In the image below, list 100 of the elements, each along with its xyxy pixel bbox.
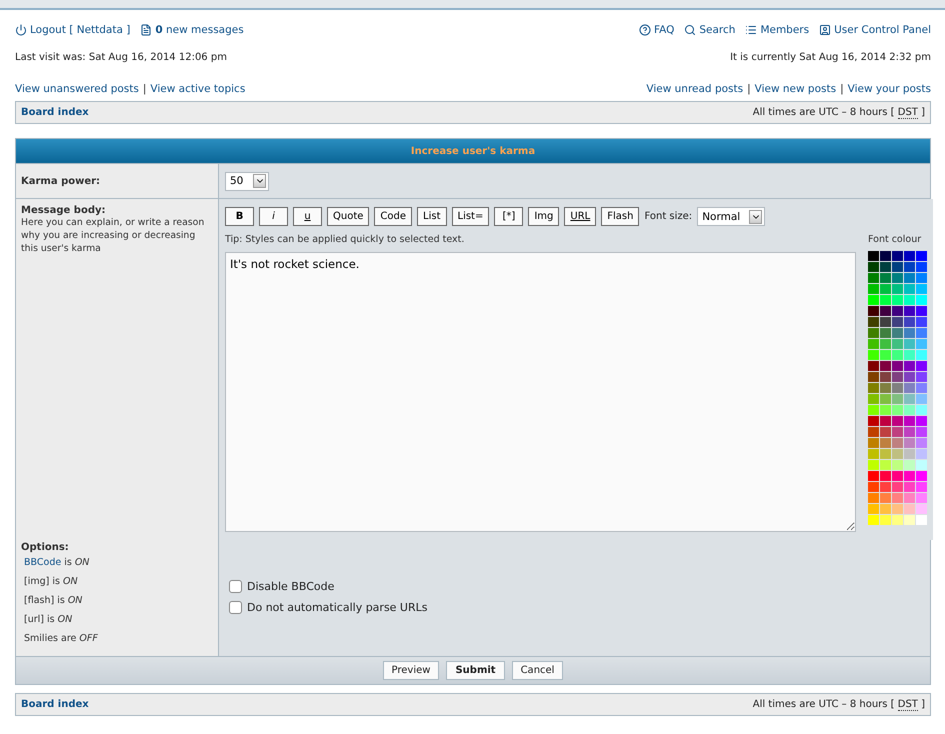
colour-swatch[interactable] bbox=[880, 295, 891, 305]
colour-swatch[interactable] bbox=[916, 383, 927, 393]
colour-swatch[interactable] bbox=[880, 394, 891, 404]
colour-swatch[interactable] bbox=[916, 350, 927, 360]
colour-swatch[interactable] bbox=[904, 405, 915, 415]
colour-swatch[interactable] bbox=[904, 438, 915, 448]
colour-swatch[interactable] bbox=[916, 251, 927, 261]
option-checkbox[interactable]: Disable BBCode bbox=[229, 576, 920, 596]
colour-swatch[interactable] bbox=[868, 284, 879, 294]
colour-swatch[interactable] bbox=[892, 383, 903, 393]
colour-swatch[interactable] bbox=[892, 339, 903, 349]
colour-swatch[interactable] bbox=[916, 394, 927, 404]
ucp-link[interactable]: User Control Panel bbox=[819, 24, 931, 36]
colour-swatch[interactable] bbox=[880, 251, 891, 261]
colour-swatch[interactable] bbox=[904, 482, 915, 492]
colour-swatch[interactable] bbox=[892, 361, 903, 371]
colour-swatch[interactable] bbox=[904, 273, 915, 283]
colour-swatch[interactable] bbox=[916, 273, 927, 283]
colour-swatch[interactable] bbox=[868, 306, 879, 316]
colour-swatch[interactable] bbox=[892, 372, 903, 382]
karma-power-select[interactable]: 50 bbox=[225, 172, 269, 190]
logout-link[interactable]: Logout [ Nettdata ] bbox=[15, 24, 130, 36]
colour-swatch[interactable] bbox=[892, 284, 903, 294]
colour-swatch[interactable] bbox=[904, 372, 915, 382]
font-size-select[interactable]: Normal bbox=[697, 207, 766, 226]
colour-swatch[interactable] bbox=[904, 383, 915, 393]
colour-swatch[interactable] bbox=[868, 295, 879, 305]
colour-swatch[interactable] bbox=[916, 482, 927, 492]
format-button[interactable]: List bbox=[417, 207, 446, 226]
colour-swatch[interactable] bbox=[880, 317, 891, 327]
colour-swatch[interactable] bbox=[880, 405, 891, 415]
colour-swatch[interactable] bbox=[868, 361, 879, 371]
quick-link[interactable]: View unread posts bbox=[646, 83, 744, 95]
form-button[interactable]: Cancel bbox=[512, 661, 564, 680]
colour-swatch[interactable] bbox=[916, 438, 927, 448]
colour-swatch[interactable] bbox=[892, 328, 903, 338]
colour-swatch[interactable] bbox=[880, 383, 891, 393]
colour-swatch[interactable] bbox=[916, 460, 927, 470]
quick-link[interactable]: View your posts bbox=[848, 83, 931, 95]
quick-link[interactable]: View new posts bbox=[754, 83, 836, 95]
colour-swatch[interactable] bbox=[868, 482, 879, 492]
colour-swatch[interactable] bbox=[892, 438, 903, 448]
format-button[interactable]: Quote bbox=[327, 207, 370, 226]
colour-swatch[interactable] bbox=[904, 504, 915, 514]
form-button[interactable]: Preview bbox=[382, 661, 440, 680]
search-link[interactable]: Search bbox=[684, 24, 736, 36]
bbcode-link[interactable]: BBCode bbox=[24, 553, 62, 572]
colour-swatch[interactable] bbox=[880, 449, 891, 459]
colour-swatch[interactable] bbox=[892, 449, 903, 459]
colour-swatch[interactable] bbox=[880, 515, 891, 525]
colour-swatch[interactable] bbox=[904, 262, 915, 272]
colour-swatch[interactable] bbox=[904, 427, 915, 437]
option-checkbox[interactable]: Do not automatically parse URLs bbox=[229, 596, 920, 618]
format-button[interactable]: List= bbox=[452, 207, 490, 226]
colour-swatch[interactable] bbox=[892, 405, 903, 415]
colour-swatch[interactable] bbox=[868, 438, 879, 448]
colour-swatch[interactable] bbox=[880, 416, 891, 426]
colour-swatch[interactable] bbox=[868, 427, 879, 437]
colour-swatch[interactable] bbox=[880, 471, 891, 481]
colour-swatch[interactable] bbox=[904, 328, 915, 338]
colour-swatch[interactable] bbox=[868, 383, 879, 393]
colour-swatch[interactable] bbox=[880, 361, 891, 371]
colour-swatch[interactable] bbox=[904, 460, 915, 470]
colour-swatch[interactable] bbox=[880, 284, 891, 294]
colour-swatch[interactable] bbox=[916, 515, 927, 525]
colour-swatch[interactable] bbox=[868, 339, 879, 349]
colour-swatch[interactable] bbox=[880, 273, 891, 283]
colour-swatch[interactable] bbox=[916, 317, 927, 327]
quick-link[interactable]: View active topics bbox=[150, 83, 246, 95]
colour-swatch[interactable] bbox=[904, 295, 915, 305]
colour-swatch[interactable] bbox=[868, 317, 879, 327]
colour-swatch[interactable] bbox=[880, 350, 891, 360]
colour-swatch[interactable] bbox=[892, 394, 903, 404]
format-button[interactable]: Flash bbox=[601, 207, 640, 226]
colour-swatch[interactable] bbox=[904, 493, 915, 503]
colour-swatch[interactable] bbox=[904, 449, 915, 459]
colour-swatch[interactable] bbox=[916, 427, 927, 437]
members-link[interactable]: Members bbox=[745, 24, 810, 36]
colour-swatch[interactable] bbox=[916, 493, 927, 503]
colour-swatch[interactable] bbox=[880, 438, 891, 448]
colour-swatch[interactable] bbox=[916, 471, 927, 481]
colour-swatch[interactable] bbox=[916, 328, 927, 338]
colour-swatch[interactable] bbox=[904, 251, 915, 261]
colour-swatch[interactable] bbox=[892, 273, 903, 283]
colour-swatch[interactable] bbox=[916, 339, 927, 349]
colour-swatch[interactable] bbox=[892, 493, 903, 503]
colour-swatch[interactable] bbox=[904, 471, 915, 481]
colour-swatch[interactable] bbox=[868, 251, 879, 261]
colour-swatch[interactable] bbox=[868, 515, 879, 525]
format-button[interactable]: i bbox=[259, 207, 288, 226]
colour-swatch[interactable] bbox=[892, 262, 903, 272]
colour-swatch[interactable] bbox=[868, 273, 879, 283]
colour-swatch[interactable] bbox=[868, 372, 879, 382]
colour-swatch[interactable] bbox=[892, 460, 903, 470]
colour-swatch[interactable] bbox=[880, 372, 891, 382]
colour-swatch[interactable] bbox=[904, 317, 915, 327]
colour-swatch[interactable] bbox=[868, 493, 879, 503]
colour-swatch[interactable] bbox=[904, 306, 915, 316]
colour-swatch[interactable] bbox=[880, 427, 891, 437]
colour-swatch[interactable] bbox=[868, 416, 879, 426]
